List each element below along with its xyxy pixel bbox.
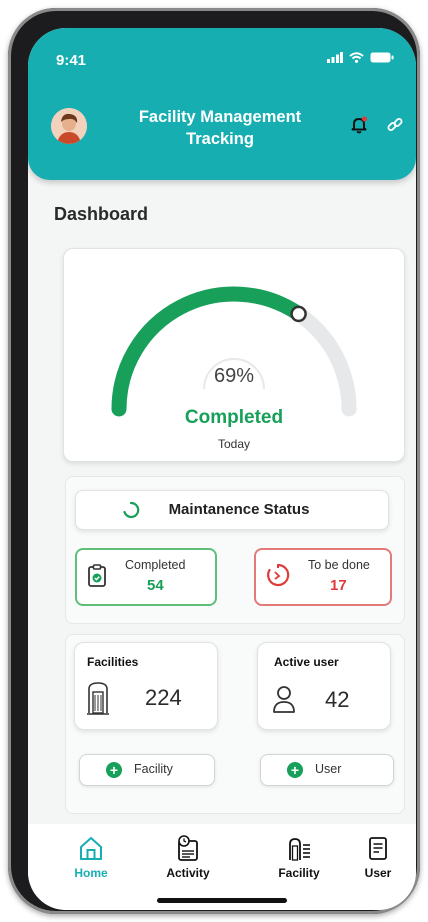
active-user-label: Active user: [274, 655, 339, 669]
signal-icon: [327, 52, 343, 63]
clipboard-check-icon: [88, 564, 106, 587]
facility-building-icon: [87, 682, 109, 715]
avatar[interactable]: [51, 108, 87, 144]
nav-label-home: Home: [74, 866, 108, 880]
completed-label: Completed: [125, 558, 186, 572]
timer-icon: [267, 563, 290, 587]
phone-frame: 9:41 Facility Management Tracking Dashbo…: [8, 8, 420, 914]
nav-item-activity[interactable]: Activity: [153, 834, 223, 880]
nav-item-home[interactable]: Home: [56, 834, 126, 880]
link-button[interactable]: [386, 116, 404, 139]
person-icon: [273, 686, 295, 713]
add-facility-label: Facility: [134, 762, 173, 776]
nav-item-user[interactable]: User: [350, 834, 406, 880]
gauge-percent: 69%: [213, 365, 255, 387]
nav-label-user: User: [364, 866, 392, 880]
to-be-done-count: 17: [330, 577, 347, 594]
add-facility-button[interactable]: + Facility: [79, 754, 215, 786]
add-user-button[interactable]: + User: [260, 754, 394, 786]
maintenance-status-header[interactable]: Maintanence Status: [75, 490, 389, 530]
add-user-label: User: [315, 762, 342, 776]
facility-icon: [289, 838, 310, 861]
app-header: 9:41 Facility Management Tracking: [28, 28, 416, 180]
gauge-knob: [290, 305, 307, 323]
status-icons: [327, 52, 394, 63]
facilities-count: 224: [145, 685, 182, 710]
nav-item-facility[interactable]: Facility: [264, 834, 334, 880]
facilities-card[interactable]: Facilities 224: [74, 642, 218, 730]
gauge-fill: [111, 286, 307, 417]
user-icon: [369, 837, 387, 860]
completed-count: 54: [147, 577, 164, 594]
nav-label-facility: Facility: [278, 866, 320, 880]
to-be-done-status-card[interactable]: To be done 17: [254, 548, 392, 606]
nav-label-activity: Activity: [166, 866, 210, 880]
activity-icon: [178, 835, 198, 861]
wifi-icon: [349, 52, 364, 63]
notification-button[interactable]: [350, 116, 368, 139]
plus-circle-icon: +: [106, 762, 122, 778]
maintenance-status-title: Maintanence Status: [168, 501, 310, 518]
completion-gauge-card: 69% Completed Today: [63, 248, 405, 462]
completion-gauge: [111, 286, 357, 417]
home-indicator: [157, 898, 287, 903]
avatar-image: [51, 108, 87, 144]
plus-circle-icon: +: [287, 762, 303, 778]
app-screen: 9:41 Facility Management Tracking Dashbo…: [28, 28, 416, 910]
home-icon: [80, 837, 102, 860]
battery-icon: [370, 52, 394, 63]
app-title: Facility Management Tracking: [138, 108, 302, 148]
gauge-status: Completed: [184, 407, 284, 428]
to-be-done-label: To be done: [308, 558, 370, 572]
link-icon: [387, 118, 403, 131]
facilities-label: Facilities: [87, 655, 139, 669]
bell-icon: [351, 116, 367, 134]
completed-status-card[interactable]: Completed 54: [75, 548, 217, 606]
gauge-period: Today: [217, 437, 251, 451]
page-title: Dashboard: [54, 204, 149, 224]
status-time: 9:41: [56, 52, 87, 69]
active-user-count: 42: [325, 687, 350, 712]
active-user-card[interactable]: Active user 42: [257, 642, 391, 730]
